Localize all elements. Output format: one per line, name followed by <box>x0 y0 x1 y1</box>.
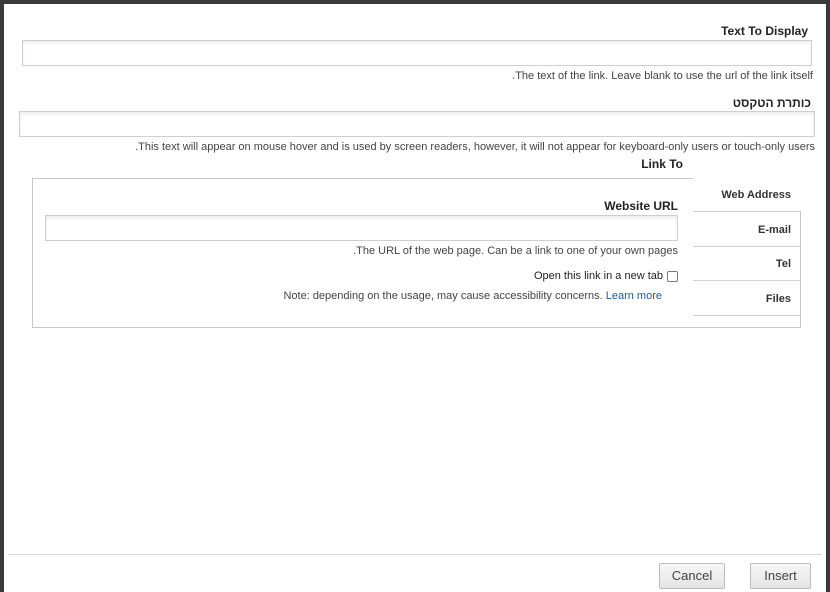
website-url-hint: .The URL of the web page. Can be a link … <box>353 245 678 257</box>
learn-more-link[interactable]: Learn more <box>606 290 662 302</box>
title-text-hint: .This text will appear on mouse hover an… <box>135 141 815 153</box>
footer-divider <box>8 554 822 555</box>
tab-files[interactable]: Files <box>693 282 801 316</box>
text-to-display-input[interactable] <box>22 40 812 66</box>
new-tab-checkbox[interactable] <box>667 271 678 282</box>
website-url-label: Website URL <box>604 199 678 213</box>
link-to-label: Link To <box>641 157 683 171</box>
website-url-input[interactable] <box>45 215 678 241</box>
cancel-button[interactable]: Cancel <box>659 563 725 589</box>
text-to-display-hint: .The text of the link. Leave blank to us… <box>512 70 813 82</box>
insert-button[interactable]: Insert <box>750 563 811 589</box>
title-text-label: כותרת הטקסט <box>732 96 811 110</box>
tab-web-address[interactable]: Web Address <box>693 178 801 212</box>
tab-tel[interactable]: Tel <box>693 247 801 281</box>
insert-link-dialog: Text To Display .The text of the link. L… <box>4 4 826 592</box>
link-type-tabs: Web Address E-mail Tel Files <box>692 178 801 318</box>
tab-email[interactable]: E-mail <box>693 213 801 247</box>
title-text-input[interactable] <box>19 111 815 137</box>
text-to-display-label: Text To Display <box>721 24 808 38</box>
accessibility-note-text: Note: depending on the usage, may cause … <box>283 290 603 302</box>
accessibility-note: Note: depending on the usage, may cause … <box>283 290 662 302</box>
new-tab-label: Open this link in a new tab <box>533 270 663 282</box>
